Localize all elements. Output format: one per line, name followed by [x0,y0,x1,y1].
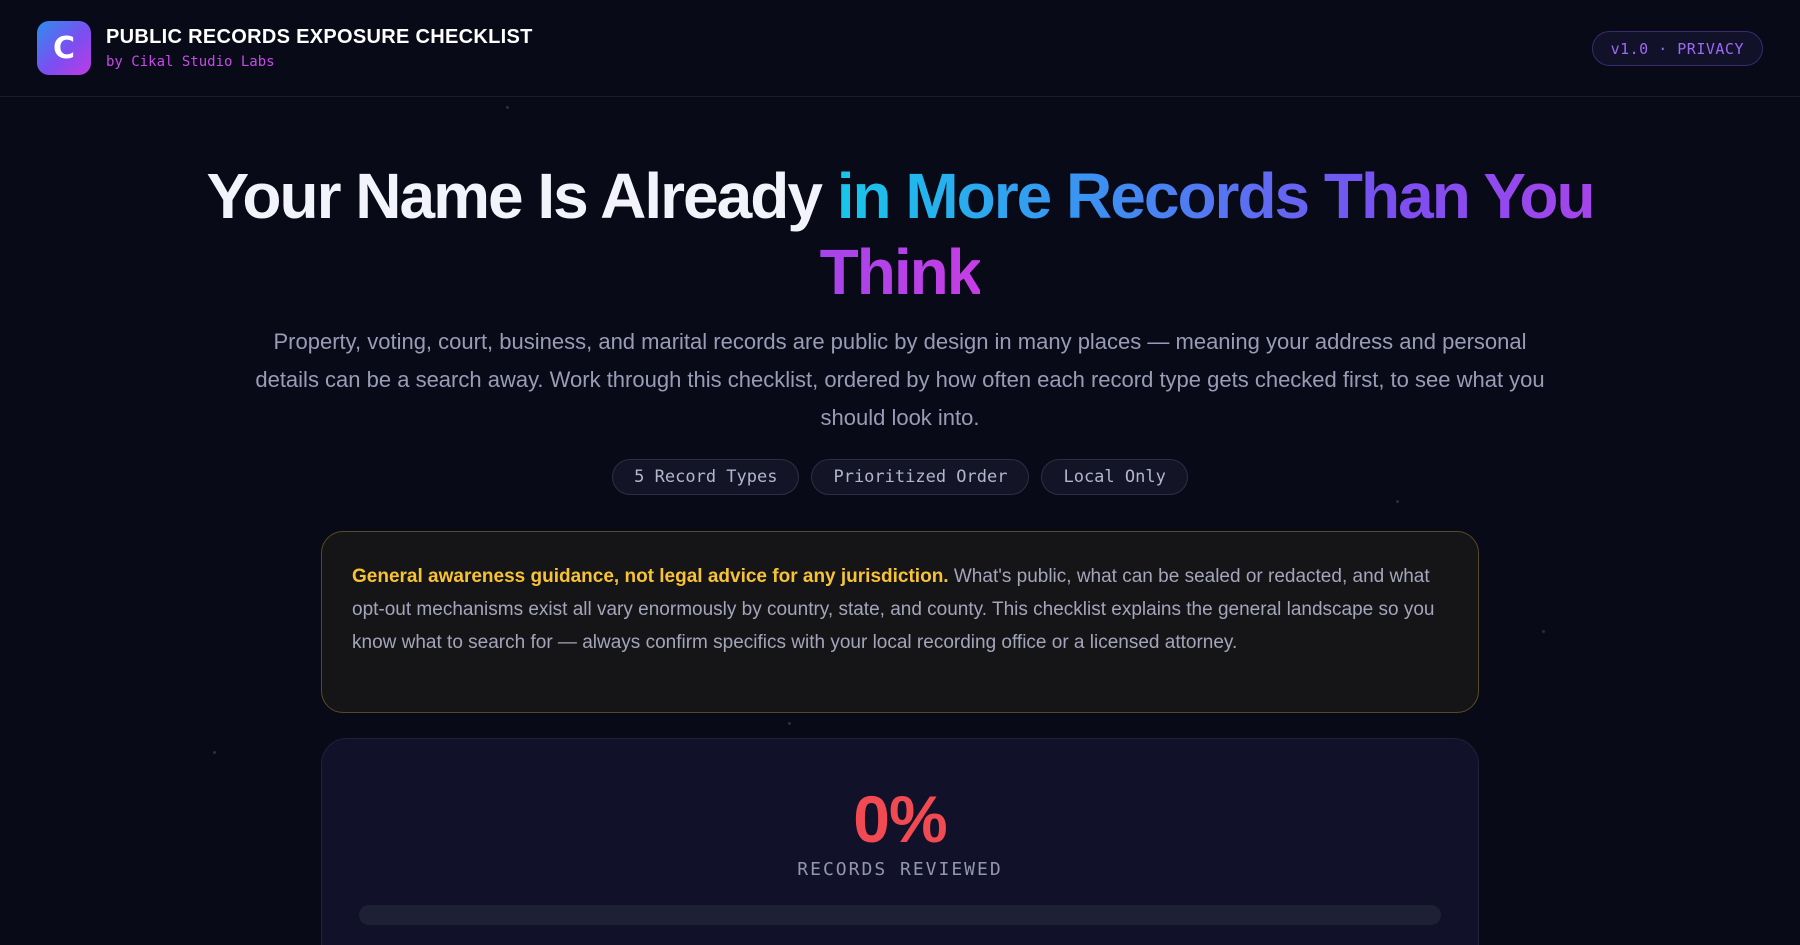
progress-label: RECORDS REVIEWED [797,859,1003,880]
app-subtitle: by Cikal Studio Labs [106,54,275,70]
star-dot [788,722,791,725]
app-title: PUBLIC RECORDS EXPOSURE CHECKLIST [106,26,533,48]
legal-disclaimer: General awareness guidance, not legal ad… [321,531,1479,713]
tag-record-types: 5 Record Types [612,459,800,495]
tag-prioritized-order: Prioritized Order [811,459,1030,495]
hero-title-gradient: in More Records Than You Think [819,160,1596,308]
hero-title: Your Name Is Already in More Records Tha… [180,158,1620,310]
progress-percent: 0% [853,782,947,856]
star-dot [213,751,216,754]
app-header: C PUBLIC RECORDS EXPOSURE CHECKLIST by C… [0,0,1800,97]
progress-bar [359,905,1441,925]
logo-letter: C [52,30,76,66]
star-dot [1396,500,1399,503]
tag-local-only: Local Only [1041,459,1188,495]
feature-tags: 5 Record Types Prioritized Order Local O… [0,459,1800,495]
star-dot [506,106,509,109]
hero-title-plain: Your Name Is Already [206,160,837,232]
hero-description: Property, voting, court, business, and m… [255,329,1545,430]
star-dot [1542,630,1545,633]
version-badge: v1.0 · PRIVACY [1591,31,1763,66]
brand: PUBLIC RECORDS EXPOSURE CHECKLIST by Cik… [106,26,533,70]
disclaimer-heading: General awareness guidance, not legal ad… [352,566,949,587]
progress-card: 0% RECORDS REVIEWED [321,738,1479,945]
app-logo[interactable]: C [37,21,91,75]
